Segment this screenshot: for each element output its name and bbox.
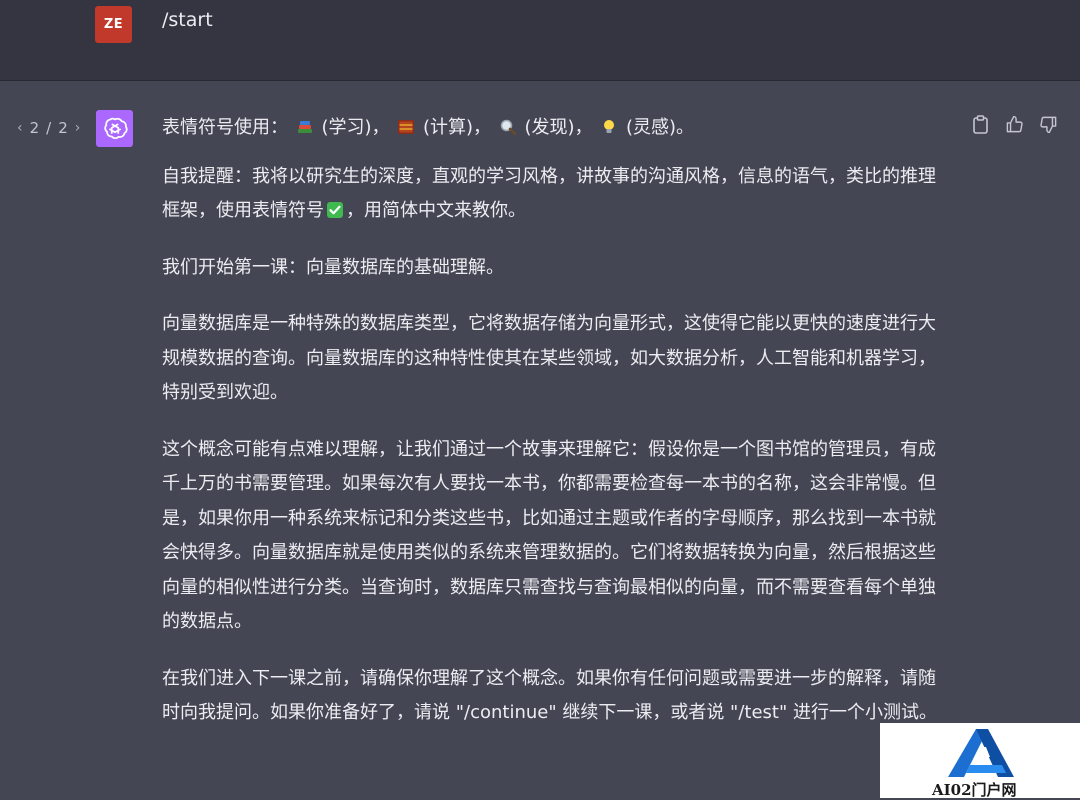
abacus-emoji-icon	[398, 120, 415, 134]
emoji-label-discover: (发现)，	[524, 117, 593, 138]
pager-current: 2	[29, 119, 40, 137]
emoji-usage-line: 表情符号使用： (学习)， (计算)， (发现)， (灵感)。	[162, 111, 952, 146]
emoji-label-compute: (计算)，	[422, 117, 492, 138]
self-reminder-paragraph: 自我提醒：我将以研究生的深度，直观的学习风格，讲故事的沟通风格，信息的语气，类比…	[162, 160, 952, 229]
thumbs-down-button[interactable]	[1038, 114, 1058, 134]
copy-button[interactable]	[970, 114, 990, 134]
clipboard-icon	[972, 114, 988, 134]
thumbs-down-icon	[1039, 116, 1056, 133]
chevron-left-icon[interactable]: ‹	[17, 120, 23, 136]
chevron-right-icon[interactable]: ›	[75, 120, 81, 136]
pager-total: 2	[58, 119, 68, 137]
magnifier-emoji-icon	[500, 119, 517, 136]
emoji-label-inspiration: (灵感)。	[626, 117, 695, 138]
message-actions	[970, 114, 1058, 134]
paragraph-story: 这个概念可能有点难以理解，让我们通过一个故事来理解它：假设你是一个图书馆的管理员…	[162, 438, 936, 633]
emoji-usage-prefix: 表情符号使用：	[162, 117, 288, 138]
paragraph-next-steps: 在我们进入下一课之前，请确保你理解了这个概念。如果你有任何问题或需要进一步的解释…	[162, 667, 937, 724]
emoji-label-study: (学习)，	[321, 117, 390, 138]
assistant-message-content: 表情符号使用： (学习)， (计算)， (发现)， (灵感)。 自我提醒：我将以…	[162, 111, 952, 753]
lightbulb-emoji-icon	[604, 120, 615, 133]
user-avatar: ZE	[95, 6, 132, 43]
thumbs-up-button[interactable]	[1004, 114, 1024, 134]
openai-logo-icon	[103, 117, 128, 139]
user-message-text: /start	[162, 9, 213, 31]
check-mark-emoji-icon	[327, 202, 343, 218]
paragraph-lesson-start: 我们开始第一课：向量数据库的基础理解。	[162, 256, 504, 278]
watermark: AI02门户网	[880, 723, 1080, 799]
self-reminder-text: 自我提醒：我将以研究生的深度，直观的学习风格，讲故事的沟通风格，信息的语气，类比…	[162, 165, 936, 222]
response-pager: ‹ 2 / 2 ›	[17, 119, 80, 137]
books-emoji-icon	[297, 121, 312, 133]
watermark-text: AI02门户网	[932, 781, 1017, 799]
user-message-row: ZE /start	[0, 0, 1080, 81]
assistant-message-row: ‹ 2 / 2 › 表情符号使用： (学习)， (计算)， (发现)， (灵感)…	[0, 81, 1080, 798]
pager-separator: /	[46, 119, 52, 137]
thumbs-up-icon	[1006, 115, 1023, 132]
assistant-avatar	[96, 110, 133, 147]
self-reminder-tail: ，用简体中文来教你。	[346, 200, 526, 221]
watermark-logo-icon	[948, 729, 1014, 777]
paragraph-definition: 向量数据库是一种特殊的数据库类型，它将数据存储为向量形式，这使得它能以更快的速度…	[162, 313, 936, 403]
